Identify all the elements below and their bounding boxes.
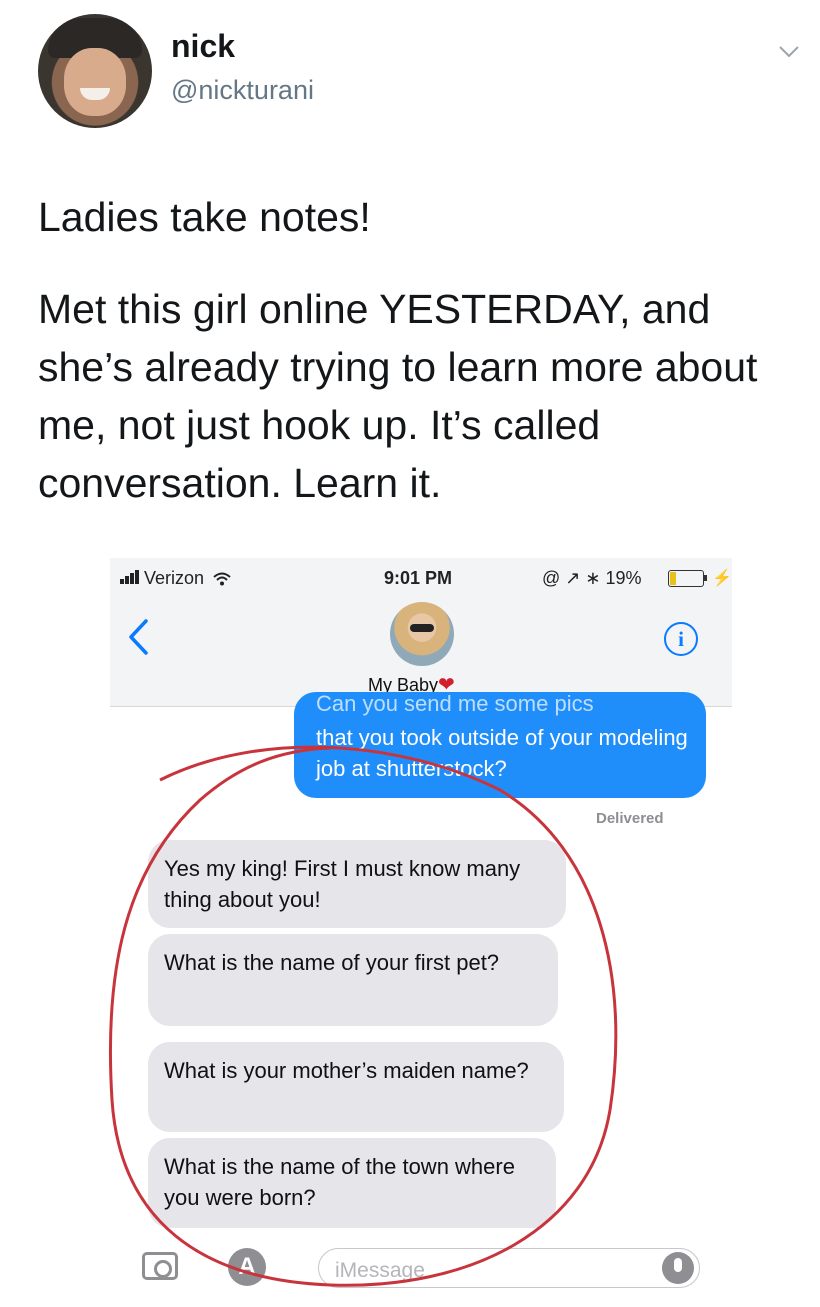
battery-percent-label: 19% [605, 568, 642, 588]
lock-rotation-icon: @ [542, 568, 561, 588]
status-battery-percent: @ ↗ ∗ 19% [542, 568, 642, 589]
tweet-text-body: Met this girl online YESTERDAY, and she’… [38, 286, 758, 506]
tweet-text-line-1: Ladies take notes! [38, 194, 371, 240]
received-message-text: What is your mother’s maiden name? [164, 1058, 529, 1083]
contact-avatar[interactable] [390, 602, 454, 666]
sunglasses-detail [410, 624, 434, 632]
bluetooth-icon: ∗ [585, 568, 601, 588]
received-message-bubble[interactable]: What is the name of the town where you w… [148, 1138, 556, 1228]
received-message-text: Yes my king! First I must know many thin… [164, 856, 521, 912]
sent-message-text: that you took outside of your modeling j… [316, 725, 688, 781]
carrier-label: Verizon [144, 568, 205, 588]
imessage-input[interactable]: iMessage [318, 1248, 700, 1288]
battery-icon [668, 570, 704, 587]
delivered-status: Delivered [596, 810, 664, 827]
sent-message-bubble[interactable]: Can you send me some pics that you took … [294, 691, 706, 798]
signal-icon [120, 568, 140, 589]
received-message-bubble[interactable]: What is your mother’s maiden name? [148, 1042, 564, 1132]
avatar-face [64, 48, 126, 116]
microphone-icon[interactable] [662, 1252, 694, 1284]
received-message-bubble[interactable]: What is the name of your first pet? [148, 934, 558, 1026]
author-name[interactable]: nick [171, 28, 235, 65]
status-carrier: Verizon [120, 568, 231, 589]
sent-message-cutoff-text: Can you send me some pics [316, 691, 594, 716]
phone-screenshot: Verizon 9:01 PM @ ↗ ∗ 19% ⚡ My Baby❤ i C… [110, 558, 732, 1303]
received-message-bubble[interactable]: Yes my king! First I must know many thin… [148, 840, 566, 928]
info-icon[interactable]: i [664, 622, 698, 656]
appstore-icon[interactable]: A [228, 1248, 266, 1286]
camera-icon[interactable] [142, 1252, 178, 1280]
chevron-down-icon[interactable] [778, 40, 800, 62]
charging-icon: ⚡ [712, 570, 732, 587]
received-message-text: What is the name of the town where you w… [164, 1154, 515, 1210]
received-message-text: What is the name of your first pet? [164, 950, 500, 975]
status-time: 9:01 PM [384, 568, 453, 588]
author-avatar[interactable] [38, 14, 152, 128]
wifi-icon [213, 572, 231, 586]
battery-cap [704, 575, 707, 581]
back-chevron-icon[interactable] [126, 618, 150, 656]
author-handle[interactable]: @nickturani [171, 75, 314, 106]
messages-navbar: Verizon 9:01 PM @ ↗ ∗ 19% ⚡ My Baby❤ i [110, 558, 732, 707]
location-icon: ↗ [565, 568, 581, 588]
